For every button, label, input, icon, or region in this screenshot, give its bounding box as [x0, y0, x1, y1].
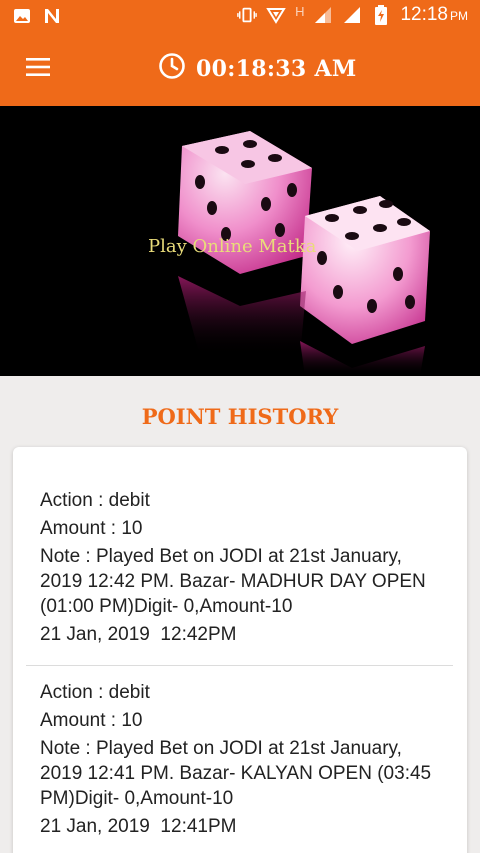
entry-action: Action : debit	[40, 490, 150, 511]
battery-charging-icon	[371, 5, 391, 25]
banner-caption: Play Online Matka	[148, 236, 317, 257]
entry-action: Action : debit	[40, 682, 150, 703]
history-entry: Action : debit Amount : 10 Note : Played…	[40, 488, 445, 647]
clock-icon	[158, 52, 186, 85]
entry-amount: Amount : 10	[40, 518, 143, 539]
status-time: 12:18 PM	[400, 4, 468, 25]
entry-divider	[26, 665, 453, 666]
entry-note: Note : Played Bet on JODI at 21st Januar…	[40, 546, 426, 617]
history-card: Action : debit Amount : 10 Note : Played…	[13, 447, 467, 853]
clock-display: 00:18:33 AM	[158, 52, 356, 85]
dice-banner: Play Online Matka	[0, 106, 480, 376]
app-bar: 00:18:33 AM	[0, 32, 480, 106]
vibrate-icon	[237, 5, 257, 25]
entry-amount: Amount : 10	[40, 710, 143, 731]
entry-date: 21 Jan, 2019 12:41PM	[40, 816, 237, 837]
gallery-notification-icon	[12, 6, 32, 26]
history-entry: Action : debit Amount : 10 Note : Played…	[40, 680, 445, 839]
n-notification-icon	[42, 6, 62, 26]
menu-button[interactable]	[18, 52, 58, 86]
clock-time: 00:18:33 AM	[196, 55, 357, 82]
entry-date: 21 Jan, 2019 12:42PM	[40, 624, 237, 645]
data-saver-icon	[266, 5, 286, 25]
signal-icon-1	[313, 5, 333, 25]
status-bar: H 12:18 PM	[0, 0, 480, 32]
entry-note: Note : Played Bet on JODI at 21st Januar…	[40, 738, 432, 809]
hamburger-icon	[26, 57, 50, 81]
signal-icon-2	[342, 5, 362, 25]
network-type-label: H	[295, 3, 305, 19]
page-title: POINT HISTORY	[141, 404, 339, 429]
